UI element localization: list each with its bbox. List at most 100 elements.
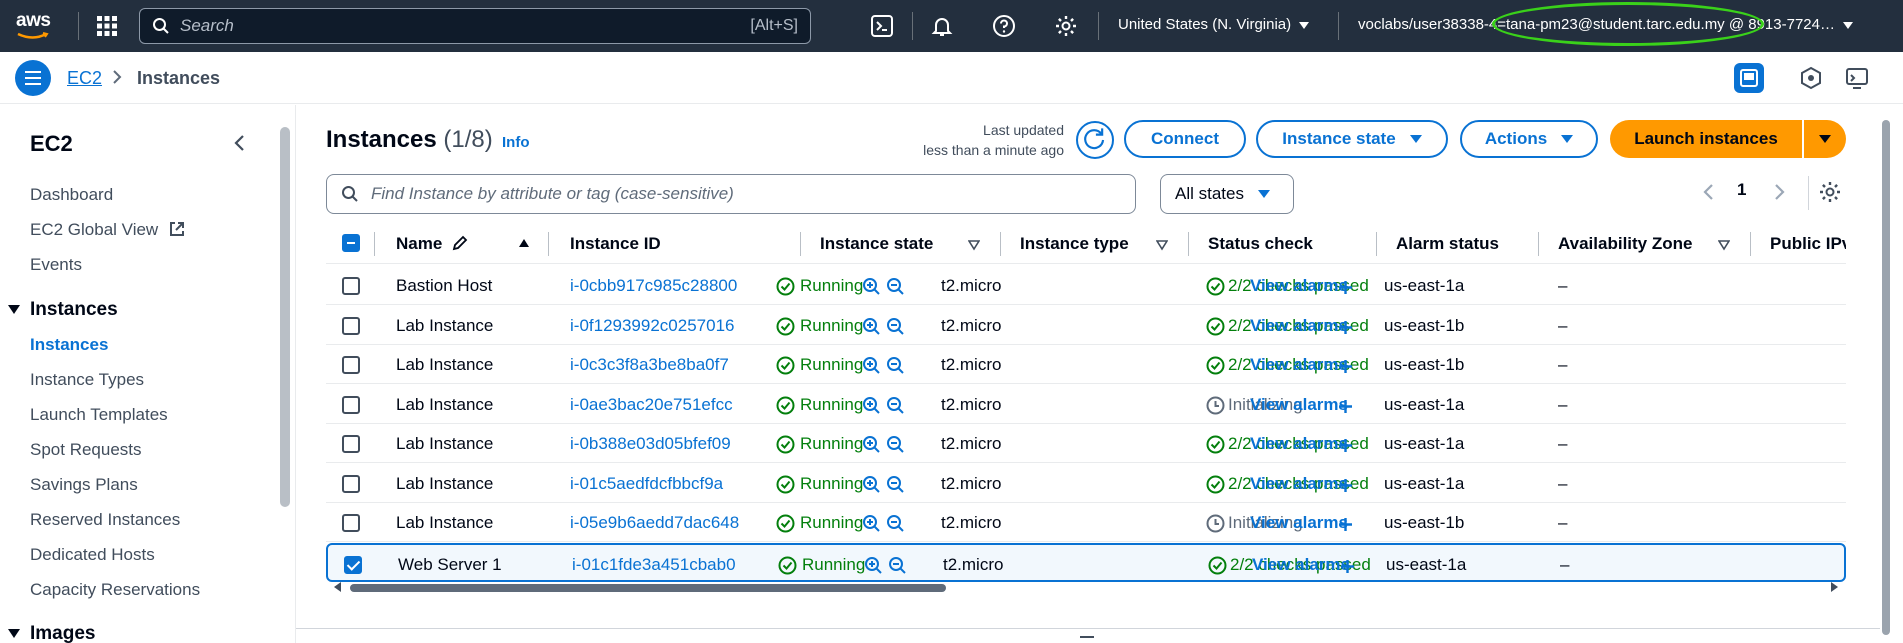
zoom-in-icon[interactable]: [864, 556, 883, 575]
view-alarms-link[interactable]: View alarms: [1250, 513, 1348, 533]
refresh-button[interactable]: [1076, 121, 1114, 159]
row-checkbox[interactable]: [342, 317, 360, 335]
row-checkbox[interactable]: [342, 514, 360, 532]
next-page-icon[interactable]: [1770, 180, 1788, 204]
global-search-input[interactable]: Search [Alt+S]: [139, 8, 811, 44]
instance-id-link[interactable]: i-0f1293992c0257016: [570, 316, 734, 336]
zoom-out-icon[interactable]: [886, 356, 905, 375]
row-checkbox[interactable]: [342, 396, 360, 414]
region-selector[interactable]: United States (N. Virginia): [1118, 16, 1310, 33]
view-alarms-link[interactable]: View alarms: [1250, 276, 1348, 296]
column-header-name[interactable]: Name: [396, 234, 469, 254]
view-alarms-link[interactable]: View alarms: [1250, 316, 1348, 336]
zoom-out-icon[interactable]: [886, 277, 905, 296]
view-alarms-link[interactable]: View alarms: [1250, 355, 1348, 375]
zoom-in-icon[interactable]: [862, 356, 881, 375]
zoom-out-icon[interactable]: [886, 435, 905, 454]
table-row[interactable]: Bastion Host i-0cbb917c985c28800 Running t2…: [326, 266, 1846, 305]
sidebar-item-events[interactable]: Events: [30, 255, 82, 275]
info-panel-button[interactable]: [1734, 63, 1764, 93]
filter-sort-icon[interactable]: [1156, 239, 1168, 251]
table-horizontal-scrollbar[interactable]: [330, 580, 1842, 594]
services-grid-icon[interactable]: [96, 15, 118, 37]
row-checkbox[interactable]: [342, 475, 360, 493]
table-row[interactable]: Lab Instance i-05e9b6aedd7dac648 Running t2…: [326, 503, 1846, 542]
instance-state-dropdown[interactable]: Instance state: [1256, 120, 1448, 158]
sidebar-item-global-view[interactable]: EC2 Global View: [30, 220, 186, 240]
view-alarms-link[interactable]: View alarms: [1252, 555, 1350, 575]
scrollbar-thumb[interactable]: [350, 584, 946, 592]
table-preferences-gear-icon[interactable]: [1818, 180, 1842, 204]
split-panel-handle[interactable]: [1080, 636, 1094, 638]
zoom-in-icon[interactable]: [862, 396, 881, 415]
plus-icon[interactable]: [1336, 357, 1355, 376]
tutorial-panel-icon[interactable]: [1842, 63, 1872, 93]
aws-logo[interactable]: aws: [16, 10, 56, 40]
current-page-number[interactable]: 1: [1737, 180, 1746, 200]
scrollbar-thumb[interactable]: [1882, 120, 1890, 635]
side-nav-toggle-button[interactable]: [15, 60, 51, 96]
zoom-in-icon[interactable]: [862, 514, 881, 533]
launch-dropdown-button[interactable]: [1804, 120, 1846, 158]
row-checkbox[interactable]: [342, 277, 360, 295]
view-alarms-link[interactable]: View alarms: [1250, 434, 1348, 454]
state-filter-select[interactable]: All states: [1160, 174, 1294, 214]
bell-icon[interactable]: [930, 14, 954, 38]
plus-icon[interactable]: [1336, 397, 1355, 416]
instance-id-link[interactable]: i-0c3c3f8a3be8ba0f7: [570, 355, 729, 375]
sidebar-section-instances[interactable]: Instances: [8, 299, 118, 321]
zoom-in-icon[interactable]: [862, 475, 881, 494]
collapse-chevron-left-icon[interactable]: [230, 133, 250, 153]
sidebar-item-instance-types[interactable]: Instance Types: [30, 370, 144, 390]
plus-icon[interactable]: [1336, 318, 1355, 337]
sidebar-item-launch-templates[interactable]: Launch Templates: [30, 405, 168, 425]
table-row[interactable]: Lab Instance i-0ae3bac20e751efcc Running t2…: [326, 385, 1846, 424]
column-header-alarm-status[interactable]: Alarm status: [1396, 234, 1499, 254]
gear-icon[interactable]: [1054, 14, 1078, 38]
column-header-instance-type[interactable]: Instance type: [1020, 234, 1129, 254]
sort-ascending-icon[interactable]: [518, 237, 530, 249]
row-checkbox[interactable]: [342, 356, 360, 374]
zoom-out-icon[interactable]: [886, 317, 905, 336]
instance-id-link[interactable]: i-05e9b6aedd7dac648: [570, 513, 739, 533]
actions-dropdown[interactable]: Actions: [1460, 120, 1598, 158]
zoom-out-icon[interactable]: [886, 396, 905, 415]
help-icon[interactable]: [992, 14, 1016, 38]
connect-button[interactable]: Connect: [1124, 120, 1246, 158]
scroll-right-arrow-icon[interactable]: [1831, 582, 1838, 592]
instance-id-link[interactable]: i-0ae3bac20e751efcc: [570, 395, 733, 415]
sidebar-item-instances[interactable]: Instances: [30, 335, 108, 355]
column-header-public-ipv4[interactable]: Public IPv4: [1770, 234, 1846, 254]
filter-sort-icon[interactable]: [1718, 239, 1730, 251]
zoom-in-icon[interactable]: [862, 435, 881, 454]
zoom-in-icon[interactable]: [862, 317, 881, 336]
instance-id-link[interactable]: i-01c5aedfdcfbbcf9a: [570, 474, 723, 494]
table-row[interactable]: Web Server 1 i-01c1fde3a451cbab0 Running t2…: [326, 543, 1846, 582]
zoom-in-icon[interactable]: [862, 277, 881, 296]
scroll-left-arrow-icon[interactable]: [334, 582, 341, 592]
previous-page-icon[interactable]: [1700, 180, 1718, 204]
instance-id-link[interactable]: i-0cbb917c985c28800: [570, 276, 737, 296]
column-header-instance-state[interactable]: Instance state: [820, 234, 933, 254]
row-checkbox[interactable]: [342, 435, 360, 453]
table-row[interactable]: Lab Instance i-01c5aedfdcfbbcf9a Running t2…: [326, 464, 1846, 503]
table-row[interactable]: Lab Instance i-0c3c3f8a3be8ba0f7 Running t2…: [326, 345, 1846, 384]
column-header-instance-id[interactable]: Instance ID: [570, 234, 661, 254]
view-alarms-link[interactable]: View alarms: [1250, 395, 1348, 415]
sidebar-item-capacity-reservations[interactable]: Capacity Reservations: [30, 580, 200, 600]
instance-filter-input[interactable]: Find Instance by attribute or tag (case-…: [326, 174, 1136, 214]
plus-icon[interactable]: [1338, 557, 1357, 576]
table-row[interactable]: Lab Instance i-0b388e03d05bfef09 Running t2…: [326, 424, 1846, 463]
sidebar-item-reserved-instances[interactable]: Reserved Instances: [30, 510, 180, 530]
row-checkbox[interactable]: [344, 556, 362, 574]
instance-id-link[interactable]: i-0b388e03d05bfef09: [570, 434, 731, 454]
filter-sort-icon[interactable]: [968, 239, 980, 251]
account-menu[interactable]: voclabs/user38338‑4=tana-pm23@student.ta…: [1358, 16, 1853, 33]
plus-icon[interactable]: [1336, 436, 1355, 455]
zoom-out-icon[interactable]: [886, 475, 905, 494]
view-alarms-link[interactable]: View alarms: [1250, 474, 1348, 494]
sidebar-item-spot-requests[interactable]: Spot Requests: [30, 440, 142, 460]
zoom-out-icon[interactable]: [886, 514, 905, 533]
breadcrumb-ec2-link[interactable]: EC2: [67, 68, 102, 89]
sidebar-item-dedicated-hosts[interactable]: Dedicated Hosts: [30, 545, 155, 565]
